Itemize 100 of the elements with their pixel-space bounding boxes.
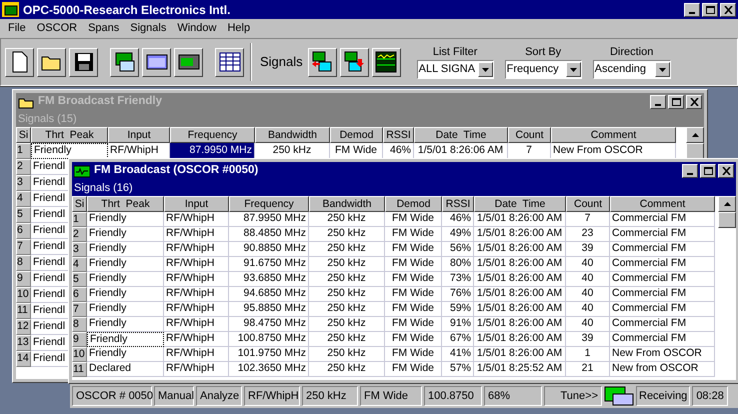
window-button[interactable] xyxy=(142,48,171,76)
dropdown-arrow-button[interactable] xyxy=(566,62,581,77)
table-cell: FM Wide xyxy=(385,287,442,302)
table-cell: FM Wide xyxy=(385,317,442,332)
column-header[interactable]: Count xyxy=(566,196,610,212)
close-icon xyxy=(724,6,732,14)
scrollbar[interactable] xyxy=(718,196,736,228)
save-button[interactable] xyxy=(69,48,98,76)
row-number: 6 xyxy=(72,287,87,302)
column-header[interactable]: Si xyxy=(16,127,31,143)
table-cell: 93.6850 MHz xyxy=(229,272,309,287)
column-header[interactable]: Demod xyxy=(385,196,442,212)
scroll-up-button[interactable] xyxy=(686,127,704,143)
minimize-button[interactable] xyxy=(684,2,700,16)
column-header[interactable]: Frequency xyxy=(229,196,309,212)
table-cell: Commercial FM xyxy=(610,272,715,287)
column-header[interactable]: Count xyxy=(508,127,551,143)
dropdown-arrow-button[interactable] xyxy=(654,62,670,77)
maximize-button[interactable] xyxy=(700,164,716,178)
maximize-button[interactable] xyxy=(702,2,718,16)
row-number: 10 xyxy=(16,287,31,303)
column-header[interactable]: Comment xyxy=(551,127,676,143)
table-cell: 250 kHz xyxy=(309,227,385,242)
column-header[interactable]: Input xyxy=(108,127,170,143)
scroll-thumb[interactable] xyxy=(718,212,736,228)
column-header[interactable]: Thrt Peak xyxy=(87,196,164,212)
device-button[interactable] xyxy=(174,48,203,76)
table-cell: 1/5/01 8:26:00 AM xyxy=(474,332,566,347)
grid-button[interactable] xyxy=(215,48,244,76)
scroll-up-button[interactable] xyxy=(718,196,736,212)
new-document-button[interactable] xyxy=(5,48,34,76)
close-button[interactable] xyxy=(686,95,702,109)
menu-item[interactable]: OSCOR xyxy=(36,20,78,37)
minimize-button[interactable] xyxy=(650,95,666,109)
column-header[interactable]: Date Time xyxy=(474,196,566,212)
column-header[interactable]: Bandwidth xyxy=(309,196,385,212)
row-number: 1 xyxy=(16,143,31,159)
maximize-button[interactable] xyxy=(668,95,684,109)
signal-move-button[interactable] xyxy=(340,48,369,76)
table-cell: FM Wide xyxy=(385,272,442,287)
table-cell: 1/5/01 8:26:00 AM xyxy=(474,227,566,242)
table-cell: New From OSCOR xyxy=(551,143,676,159)
status-field: 250 kHz xyxy=(302,386,358,406)
status-field: Receiving xyxy=(636,386,690,406)
column-header[interactable]: Date Time xyxy=(414,127,508,143)
table-cell: 250 kHz xyxy=(309,332,385,347)
dropdown[interactable]: Ascending xyxy=(592,60,671,79)
close-icon xyxy=(722,167,730,175)
down-arrow-icon xyxy=(570,68,577,72)
dropdown[interactable]: ALL SIGNA xyxy=(416,60,494,79)
table-cell: 87.9950 MHz xyxy=(229,212,309,227)
table-cell: 67% xyxy=(442,332,474,347)
menu-item[interactable]: File xyxy=(8,20,26,37)
scroll-thumb[interactable] xyxy=(686,143,704,159)
table-cell: 39 xyxy=(566,332,610,347)
column-header[interactable]: Bandwidth xyxy=(255,127,330,143)
table-cell: 80% xyxy=(442,257,474,272)
table-cell: Friendly xyxy=(87,272,164,287)
table-cell: 40 xyxy=(566,317,610,332)
table-cell: New from OSCOR xyxy=(610,362,715,377)
monitor-button[interactable] xyxy=(110,48,139,76)
table-cell: 39 xyxy=(566,242,610,257)
signal-move-icon xyxy=(343,51,366,73)
down-arrow-icon xyxy=(658,68,666,72)
table-cell: FM Wide xyxy=(385,332,442,347)
column-header[interactable]: Frequency xyxy=(170,127,255,143)
close-button[interactable] xyxy=(720,2,736,16)
table-cell: RF/WhipH xyxy=(164,317,229,332)
column-header[interactable]: RSSI xyxy=(442,196,474,212)
table-cell: 88.4850 MHz xyxy=(229,227,309,242)
menu-item[interactable]: Signals xyxy=(130,20,166,37)
status-field: Manual xyxy=(154,386,194,406)
column-header[interactable]: Comment xyxy=(610,196,715,212)
row-number: 7 xyxy=(16,239,31,255)
table-cell: FM Wide xyxy=(385,257,442,272)
minimize-button[interactable] xyxy=(682,164,698,178)
menu-item[interactable]: Help xyxy=(227,20,250,37)
column-header[interactable]: Input xyxy=(164,196,229,212)
close-button[interactable] xyxy=(718,164,734,178)
spectrum-icon xyxy=(375,51,398,73)
column-header[interactable]: RSSI xyxy=(383,127,414,143)
table-cell: 1/5/01 8:26:00 AM xyxy=(474,242,566,257)
table-cell: Commercial FM xyxy=(610,242,715,257)
column-header[interactable]: Thrt Peak xyxy=(31,127,108,143)
column-header[interactable]: Si xyxy=(72,196,87,212)
dropdown-arrow-button[interactable] xyxy=(478,62,493,77)
row-number: 7 xyxy=(72,302,87,317)
dropdown[interactable]: Frequency xyxy=(504,60,582,79)
open-folder-button[interactable] xyxy=(37,48,66,76)
signal-add-button[interactable] xyxy=(308,48,337,76)
table-cell: Friendly xyxy=(87,257,164,272)
table-cell: 250 kHz xyxy=(309,317,385,332)
menu-item[interactable]: Spans xyxy=(88,20,120,37)
scrollbar[interactable] xyxy=(686,127,704,159)
table-cell: 40 xyxy=(566,287,610,302)
menu-item[interactable]: Window xyxy=(177,20,216,37)
spectrum-button[interactable] xyxy=(372,48,401,76)
table-cell: New From OSCOR xyxy=(610,347,715,362)
table-cell: 91% xyxy=(442,317,474,332)
column-header[interactable]: Demod xyxy=(330,127,383,143)
